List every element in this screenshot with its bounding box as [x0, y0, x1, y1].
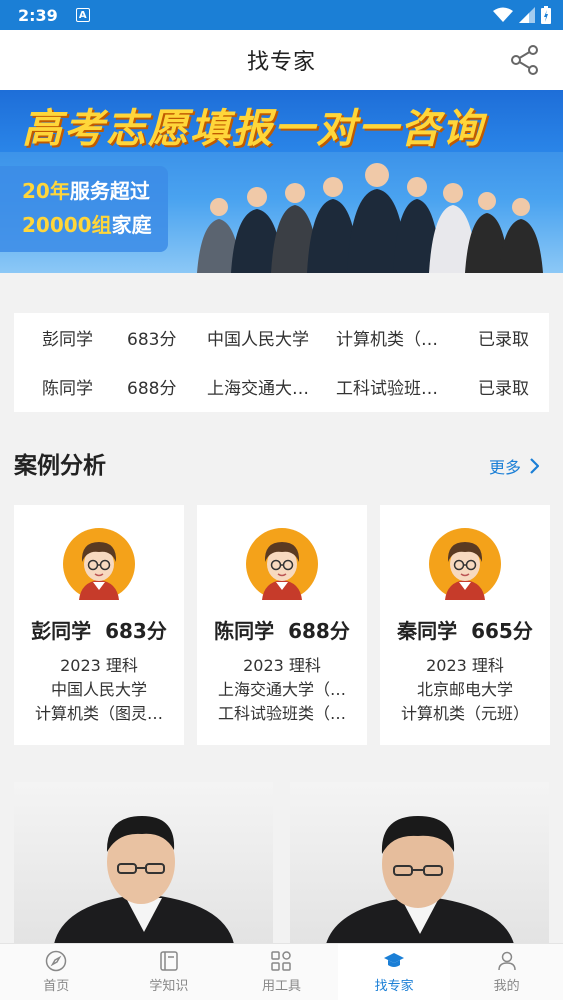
student-name: 陈同学 — [42, 379, 93, 399]
tools-icon — [271, 951, 292, 971]
nav-tools[interactable]: 用工具 — [225, 944, 338, 1000]
banner-stat-line-1: 20年服务超过 — [22, 179, 150, 203]
student-name: 彭同学 — [42, 330, 93, 350]
banner-stat-line-2: 20000组家庭 — [22, 213, 152, 237]
book-icon — [160, 951, 178, 971]
case-card[interactable]: 陈同学 688分 2023 理科 上海交通大学（… 工科试验班类（… — [197, 505, 367, 745]
nav-label: 学知识 — [149, 979, 189, 994]
app-header: 找专家 — [0, 30, 563, 90]
more-label: 更多 — [489, 458, 522, 477]
case-major: 计算机类（元班） — [400, 704, 529, 723]
student-major: 计算机类（… — [336, 330, 438, 350]
case-university: 上海交通大学（… — [217, 680, 346, 699]
admission-row[interactable]: 彭同学 683分 中国人民大学 计算机类（… 已录取 — [14, 313, 549, 362]
case-analysis-title: 案例分析 — [14, 453, 106, 479]
page-title: 找专家 — [246, 50, 316, 75]
notification-a-icon: A — [75, 8, 90, 22]
case-university: 中国人民大学 — [50, 680, 147, 699]
expert-portrait — [54, 816, 234, 944]
case-student-heading: 彭同学 683分 — [31, 619, 167, 643]
student-score: 688分 — [127, 379, 177, 399]
nav-label: 首页 — [43, 979, 70, 994]
case-card[interactable]: 彭同学 683分 2023 理科 中国人民大学 计算机类（图灵… — [14, 505, 184, 745]
student-avatar-icon — [429, 528, 501, 600]
nav-learn[interactable]: 学知识 — [113, 944, 226, 1000]
nav-label: 我的 — [493, 979, 520, 994]
case-student-heading: 秦同学 665分 — [397, 619, 533, 643]
graduation-cap-icon — [384, 953, 405, 967]
banner-stats-box: 20年服务超过 20000组家庭 — [0, 166, 168, 252]
case-university: 北京邮电大学 — [416, 680, 513, 699]
admission-ticker: 彭同学 683分 中国人民大学 计算机类（… 已录取 陈同学 688分 上海交通… — [14, 313, 549, 412]
case-year-track: 2023 理科 — [426, 656, 504, 675]
case-major: 工科试验班类（… — [217, 704, 346, 723]
nav-experts[interactable]: 找专家 — [337, 944, 451, 1000]
nav-profile[interactable]: 我的 — [450, 944, 563, 1000]
expert-photo[interactable] — [14, 782, 273, 944]
share-icon[interactable] — [509, 44, 541, 76]
case-year-track: 2023 理科 — [243, 656, 321, 675]
status-bar: 2:39 A — [0, 0, 563, 30]
case-card[interactable]: 秦同学 665分 2023 理科 北京邮电大学 计算机类（元班） — [380, 505, 550, 745]
case-student-heading: 陈同学 688分 — [214, 619, 350, 643]
experts-group-photo — [197, 163, 543, 273]
case-major: 计算机类（图灵… — [34, 704, 163, 723]
student-score: 683分 — [127, 330, 177, 350]
student-university: 上海交通大… — [207, 379, 309, 399]
chevron-right-icon — [530, 458, 540, 474]
expert-portrait — [326, 816, 514, 944]
compass-icon — [46, 950, 67, 972]
admission-row[interactable]: 陈同学 688分 上海交通大… 工科试验班… 已录取 — [14, 362, 549, 411]
admission-status: 已录取 — [478, 379, 529, 399]
user-icon — [497, 951, 516, 971]
consultation-banner[interactable]: 高考志愿填报一对一咨询 20年服务超过 20000组家庭 — [0, 90, 563, 273]
wifi-icon — [493, 7, 513, 22]
student-avatar-icon — [63, 528, 135, 600]
signal-icon — [519, 7, 535, 23]
banner-headline: 高考志愿填报一对一咨询 — [22, 106, 484, 152]
student-major: 工科试验班… — [336, 379, 438, 399]
expert-photo[interactable] — [290, 782, 549, 944]
case-year-track: 2023 理科 — [60, 656, 138, 675]
battery-icon — [541, 6, 551, 24]
nav-home[interactable]: 首页 — [0, 944, 113, 1000]
status-indicators — [493, 6, 551, 24]
nav-label: 找专家 — [374, 979, 414, 994]
status-time: 2:39 — [18, 5, 58, 25]
more-cases-link[interactable]: 更多 — [489, 454, 540, 478]
admission-status: 已录取 — [478, 330, 529, 350]
nav-label: 用工具 — [261, 979, 301, 994]
student-avatar-icon — [246, 528, 318, 600]
bottom-nav: 首页 学知识 用工具 找专家 我的 — [0, 943, 563, 1000]
student-university: 中国人民大学 — [207, 330, 309, 350]
